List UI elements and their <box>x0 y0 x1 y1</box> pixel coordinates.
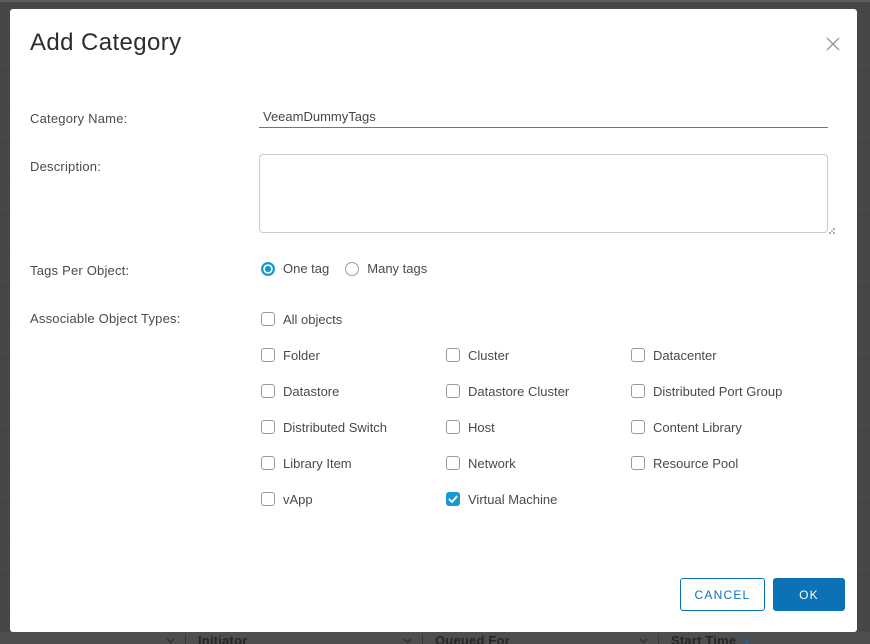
filter-caret-icon <box>403 638 412 644</box>
filter-caret-icon <box>639 638 648 644</box>
category-name-label: Category Name: <box>30 111 127 126</box>
object-type-option-virtual-machine: Virtual Machine <box>446 491 631 507</box>
object-type-checkbox-grid: Folder Cluster Datacenter Datastore Data… <box>261 347 836 507</box>
checkbox-datacenter[interactable] <box>631 348 645 362</box>
checkbox-label-vapp: vApp <box>283 492 313 507</box>
object-type-option-library-item: Library Item <box>261 455 446 471</box>
radio-many-tags[interactable] <box>345 262 359 276</box>
all-objects-option: All objects <box>261 311 342 327</box>
object-type-option-distributed-port-group: Distributed Port Group <box>631 383 836 399</box>
checkmark-icon <box>448 495 458 504</box>
filter-caret-icon <box>166 638 175 644</box>
checkbox-distributed-switch[interactable] <box>261 420 275 434</box>
checkbox-library-item[interactable] <box>261 456 275 470</box>
checkbox-label-datacenter: Datacenter <box>653 348 717 363</box>
checkbox-label-datastore: Datastore <box>283 384 339 399</box>
checkbox-host[interactable] <box>446 420 460 434</box>
checkbox-all-objects[interactable] <box>261 312 275 326</box>
object-type-option-content-library: Content Library <box>631 419 836 435</box>
sort-descending-icon <box>742 634 751 644</box>
close-button[interactable] <box>823 35 843 55</box>
ok-button[interactable]: OK <box>773 578 845 611</box>
background-column-label-initiator: Initiator <box>198 634 247 644</box>
object-type-option-datastore: Datastore <box>261 383 446 399</box>
object-type-option-datastore-cluster: Datastore Cluster <box>446 383 631 399</box>
associable-object-types-label: Associable Object Types: <box>30 311 181 326</box>
cancel-button[interactable]: CANCEL <box>680 578 765 611</box>
object-type-option-folder: Folder <box>261 347 446 363</box>
background-column-queued-for: Queued For <box>403 634 510 644</box>
object-type-option-cluster: Cluster <box>446 347 631 363</box>
checkbox-label-distributed-switch: Distributed Switch <box>283 420 387 435</box>
checkbox-distributed-port-group[interactable] <box>631 384 645 398</box>
checkbox-label-resource-pool: Resource Pool <box>653 456 738 471</box>
add-category-dialog: Add Category Category Name: Description:… <box>10 9 857 632</box>
checkbox-label-cluster: Cluster <box>468 348 509 363</box>
background-column-start-time: Start Time <box>639 634 751 644</box>
checkbox-cluster[interactable] <box>446 348 460 362</box>
checkbox-label-host: Host <box>468 420 495 435</box>
checkbox-content-library[interactable] <box>631 420 645 434</box>
column-separator <box>658 634 659 644</box>
checkbox-label-all-objects: All objects <box>283 312 342 327</box>
resize-grip-icon[interactable] <box>833 232 835 234</box>
object-type-option-distributed-switch: Distributed Switch <box>261 419 446 435</box>
checkbox-label-distributed-port-group: Distributed Port Group <box>653 384 782 399</box>
category-name-input[interactable] <box>259 105 828 128</box>
background-column-initiator: Initiator <box>166 634 247 644</box>
checkbox-resource-pool[interactable] <box>631 456 645 470</box>
object-type-option-network: Network <box>446 455 631 471</box>
column-separator <box>185 634 186 644</box>
background-table-header-row: Initiator Queued For Start Time <box>0 632 870 644</box>
description-field-wrap <box>259 154 828 233</box>
checkbox-datastore[interactable] <box>261 384 275 398</box>
background-column-label-start-time: Start Time <box>671 634 736 644</box>
radio-label-one-tag: One tag <box>283 261 329 276</box>
description-textarea[interactable] <box>259 154 828 233</box>
radio-one-tag[interactable] <box>261 262 275 276</box>
checkbox-virtual-machine[interactable] <box>446 492 460 506</box>
checkbox-label-content-library: Content Library <box>653 420 742 435</box>
object-type-option-datacenter: Datacenter <box>631 347 836 363</box>
checkbox-datastore-cluster[interactable] <box>446 384 460 398</box>
checkbox-label-virtual-machine: Virtual Machine <box>468 492 557 507</box>
checkbox-label-datastore-cluster: Datastore Cluster <box>468 384 569 399</box>
description-label: Description: <box>30 159 101 174</box>
object-type-option-host: Host <box>446 419 631 435</box>
checkbox-label-folder: Folder <box>283 348 320 363</box>
dialog-title: Add Category <box>30 29 182 57</box>
background-column-label-queued-for: Queued For <box>435 634 510 644</box>
tags-per-object-radio-group: One tag Many tags <box>261 261 427 276</box>
object-type-option-resource-pool: Resource Pool <box>631 455 836 471</box>
radio-label-many-tags: Many tags <box>367 261 427 276</box>
close-icon <box>825 36 841 52</box>
checkbox-vapp[interactable] <box>261 492 275 506</box>
checkbox-network[interactable] <box>446 456 460 470</box>
tags-per-object-label: Tags Per Object: <box>30 263 129 278</box>
checkbox-label-library-item: Library Item <box>283 456 352 471</box>
checkbox-label-network: Network <box>468 456 516 471</box>
column-separator <box>422 634 423 644</box>
object-type-option-vapp: vApp <box>261 491 446 507</box>
checkbox-folder[interactable] <box>261 348 275 362</box>
